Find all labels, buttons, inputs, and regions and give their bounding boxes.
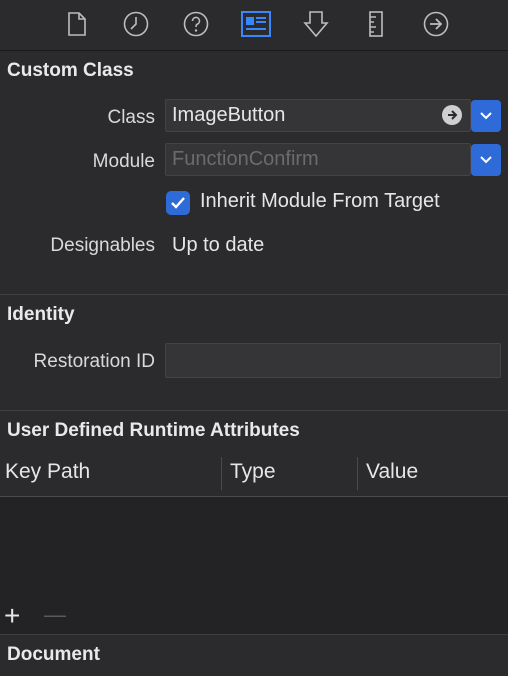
attributes-icon[interactable] [300,9,332,39]
section-divider [0,294,508,295]
inspector-toolbar [0,0,508,51]
section-divider [0,634,508,635]
restoration-id-label: Restoration ID [33,351,155,372]
runtime-attributes-title: User Defined Runtime Attributes [7,420,300,441]
inherit-module-checkbox[interactable] [166,191,190,215]
class-combobox[interactable]: ImageButton [165,99,471,132]
column-separator[interactable] [221,457,222,490]
file-icon[interactable] [61,9,93,39]
column-key-path[interactable]: Key Path [5,460,90,484]
class-dropdown-button[interactable] [471,100,501,132]
runtime-attributes-table-header: Key Path Type Value [0,450,508,497]
section-divider [0,410,508,411]
restoration-id-field[interactable] [165,343,501,378]
ruler-icon[interactable] [360,9,392,39]
chevron-down-icon [480,156,492,164]
runtime-attributes-table-body[interactable]: + — [0,497,508,635]
remove-attribute-button[interactable]: — [44,601,66,629]
add-attribute-button[interactable]: + [4,602,20,630]
identity-icon[interactable] [240,9,272,39]
arrow-right-circle-icon[interactable] [420,9,452,39]
column-type[interactable]: Type [230,460,276,484]
identity-title: Identity [7,304,75,325]
help-icon[interactable] [180,9,212,39]
designables-value: Up to date [172,234,265,256]
module-combobox[interactable]: FunctionConfirm [165,143,471,176]
chevron-down-icon [480,112,492,120]
module-placeholder: FunctionConfirm [172,148,319,170]
module-label: Module [92,151,155,172]
column-separator[interactable] [357,457,358,490]
class-value: ImageButton [172,104,286,126]
module-dropdown-button[interactable] [471,144,501,176]
custom-class-title: Custom Class [7,60,134,81]
inherit-module-label[interactable]: Inherit Module From Target [200,190,440,213]
clock-icon[interactable] [120,9,152,39]
arrow-right-icon[interactable] [442,105,462,125]
column-value[interactable]: Value [366,460,418,484]
document-title: Document [7,644,100,665]
checkmark-icon [171,197,185,209]
class-label: Class [107,107,155,128]
designables-label: Designables [50,235,155,256]
